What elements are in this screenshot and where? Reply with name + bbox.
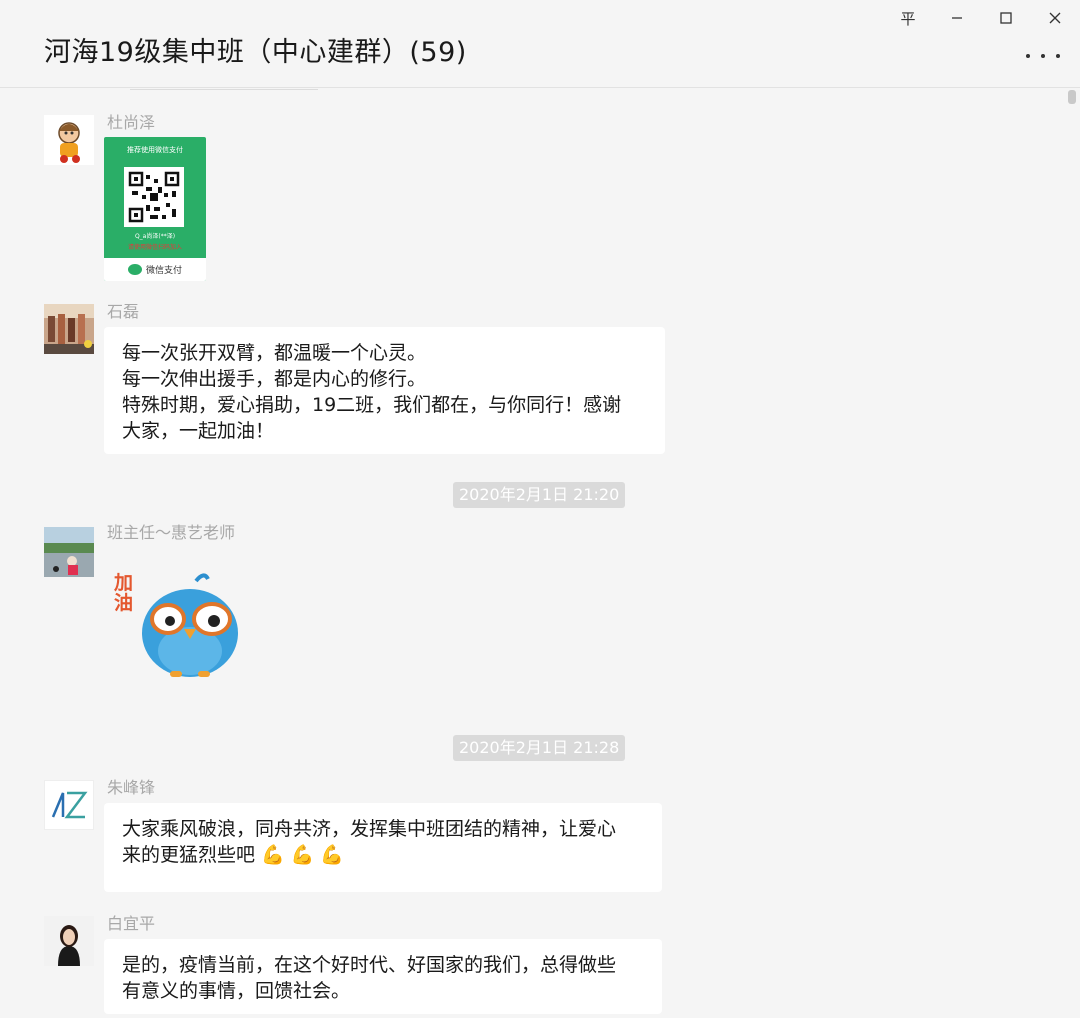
message-bubble[interactable]: 大家乘风破浪，同舟共济，发挥集中班团结的精神，让爱心 来的更猛烈些吧 💪 💪 💪 bbox=[104, 803, 662, 892]
wechat-pay-icon bbox=[127, 264, 142, 275]
timestamp: 2020年2月1日 21:28 bbox=[453, 735, 626, 761]
nz-logo-icon bbox=[51, 791, 88, 819]
pin-icon: 平 bbox=[900, 9, 916, 28]
chat-header: 河海19级集中班（中心建群）(59) 平 bbox=[0, 0, 1080, 88]
chat-window: 河海19级集中班（中心建群）(59) 平 杜尚泽 推荐使用微信支付 Q_a尚泽(… bbox=[0, 0, 1080, 1018]
message-bubble[interactable]: 每一次张开双臂，都温暖一个心灵。 每一次伸出援手，都是内心的修行。 特殊时期，爱… bbox=[104, 327, 665, 454]
more-dot-icon bbox=[1056, 54, 1060, 58]
sender-name: 石磊 bbox=[107, 302, 140, 321]
message-list[interactable]: 杜尚泽 推荐使用微信支付 Q_a尚泽(**泽) 请使用微信扫码加入 微信支付 石… bbox=[0, 89, 1080, 1018]
payment-qr-image[interactable]: 推荐使用微信支付 Q_a尚泽(**泽) 请使用微信扫码加入 微信支付 bbox=[104, 137, 206, 281]
close-icon bbox=[1049, 12, 1061, 24]
avatar[interactable] bbox=[44, 304, 94, 354]
avatar[interactable] bbox=[44, 780, 94, 830]
sticker-caption: 加 油 bbox=[114, 572, 134, 614]
qr-code-icon bbox=[124, 167, 184, 227]
paycard-footer: 微信支付 bbox=[104, 258, 206, 281]
minimize-button[interactable] bbox=[937, 4, 977, 32]
divider bbox=[130, 89, 318, 90]
avatar[interactable] bbox=[44, 916, 94, 966]
paycard-note: 请使用微信扫码加入 bbox=[127, 244, 182, 251]
close-button[interactable] bbox=[1035, 4, 1075, 32]
pin-button[interactable]: 平 bbox=[888, 4, 928, 32]
maximize-icon bbox=[1000, 12, 1012, 24]
paycard-name: Q_a尚泽(**泽) bbox=[134, 233, 176, 240]
sender-name: 杜尚泽 bbox=[107, 113, 156, 132]
avatar[interactable] bbox=[44, 527, 94, 577]
more-dot-icon bbox=[1026, 54, 1030, 58]
more-dot-icon bbox=[1041, 54, 1045, 58]
paycard-header: 推荐使用微信支付 bbox=[127, 146, 183, 154]
timestamp: 2020年2月1日 21:20 bbox=[453, 482, 626, 508]
sender-name: 班主任～惠艺老师 bbox=[107, 523, 236, 542]
avatar-cartoon-icon bbox=[58, 122, 80, 163]
sender-name: 白宜平 bbox=[107, 914, 156, 933]
sender-name: 朱峰锋 bbox=[107, 778, 156, 797]
chat-title: 河海19级集中班（中心建群）(59) bbox=[44, 37, 467, 68]
avatar-photo-icon bbox=[44, 304, 94, 354]
avatar-photo-icon bbox=[44, 916, 94, 966]
sticker-image[interactable]: 加 油 bbox=[104, 567, 254, 697]
avatar[interactable] bbox=[44, 115, 94, 165]
blue-bird-sticker-icon bbox=[142, 573, 238, 677]
scrollbar[interactable] bbox=[1067, 89, 1077, 1018]
more-options-button[interactable] bbox=[1026, 44, 1060, 68]
paycard-footer-label: 微信支付 bbox=[145, 266, 182, 276]
maximize-button[interactable] bbox=[986, 4, 1026, 32]
message-bubble[interactable]: 是的，疫情当前，在这个好时代、好国家的我们，总得做些 有意义的事情，回馈社会。 bbox=[104, 939, 662, 1014]
avatar-photo-icon bbox=[44, 527, 94, 577]
minimize-icon bbox=[952, 17, 962, 19]
scroll-thumb[interactable] bbox=[1068, 90, 1076, 104]
